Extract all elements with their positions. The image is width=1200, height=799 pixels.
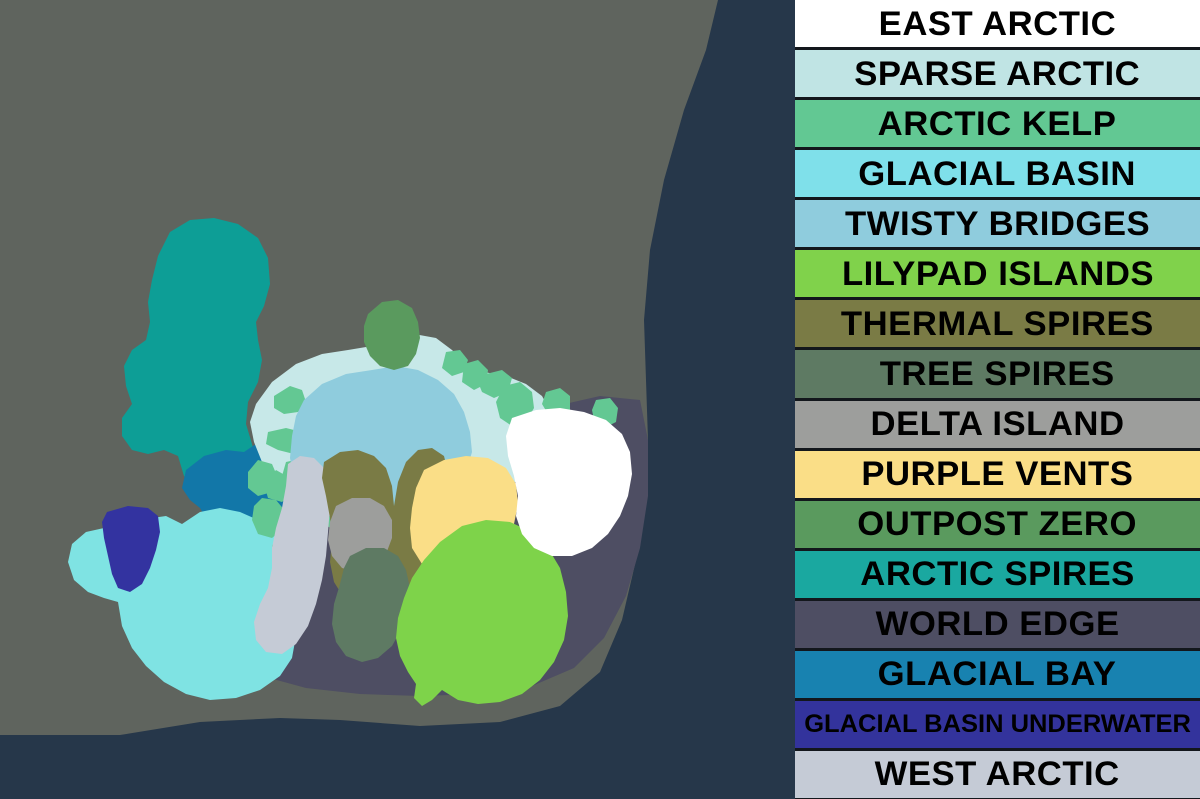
legend-row[interactable]: GLACIAL BASIN UNDERWATER [795, 698, 1200, 749]
legend-label: GLACIAL BAY [878, 655, 1117, 694]
legend-row[interactable]: TWISTY BRIDGES [795, 198, 1200, 249]
legend-row[interactable]: WEST ARCTIC [795, 748, 1200, 799]
legend-row[interactable]: EAST ARCTIC [795, 0, 1200, 49]
legend-row[interactable]: GLACIAL BAY [795, 648, 1200, 699]
legend-label: WEST ARCTIC [874, 755, 1121, 794]
legend-label: TREE SPIRES [880, 354, 1115, 393]
legend-row[interactable]: THERMAL SPIRES [795, 298, 1200, 349]
map-panel [0, 0, 795, 799]
legend-label: WORLD EDGE [875, 605, 1120, 644]
legend-label: GLACIAL BASIN [858, 154, 1137, 193]
legend-row[interactable]: ARCTIC SPIRES [795, 548, 1200, 599]
legend-label: PURPLE VENTS [861, 455, 1134, 494]
legend-label: TWISTY BRIDGES [844, 204, 1151, 243]
legend-label: GLACIAL BASIN UNDERWATER [804, 709, 1191, 738]
legend-row[interactable]: OUTPOST ZERO [795, 498, 1200, 549]
legend-row[interactable]: DELTA ISLAND [795, 398, 1200, 449]
legend-label: THERMAL SPIRES [841, 304, 1154, 343]
legend-row[interactable]: TREE SPIRES [795, 348, 1200, 399]
legend-row[interactable]: LILYPAD ISLANDS [795, 248, 1200, 299]
legend-label: EAST ARCTIC [878, 4, 1117, 43]
legend-row[interactable]: PURPLE VENTS [795, 448, 1200, 499]
legend-row[interactable]: SPARSE ARCTIC [795, 48, 1200, 99]
legend-label: OUTPOST ZERO [857, 505, 1138, 544]
biome-map-svg[interactable] [0, 0, 795, 799]
legend-row[interactable]: GLACIAL BASIN [795, 148, 1200, 199]
legend-label: SPARSE ARCTIC [854, 54, 1141, 93]
biome-legend: EAST ARCTIC SPARSE ARCTIC ARCTIC KELP GL… [795, 0, 1200, 799]
legend-label: ARCTIC KELP [878, 104, 1117, 143]
legend-label: ARCTIC SPIRES [860, 555, 1135, 594]
biome-map-screen: EAST ARCTIC SPARSE ARCTIC ARCTIC KELP GL… [0, 0, 1200, 799]
legend-row[interactable]: WORLD EDGE [795, 598, 1200, 649]
legend-label: LILYPAD ISLANDS [841, 254, 1154, 293]
legend-label: DELTA ISLAND [870, 405, 1125, 444]
legend-row[interactable]: ARCTIC KELP [795, 98, 1200, 149]
